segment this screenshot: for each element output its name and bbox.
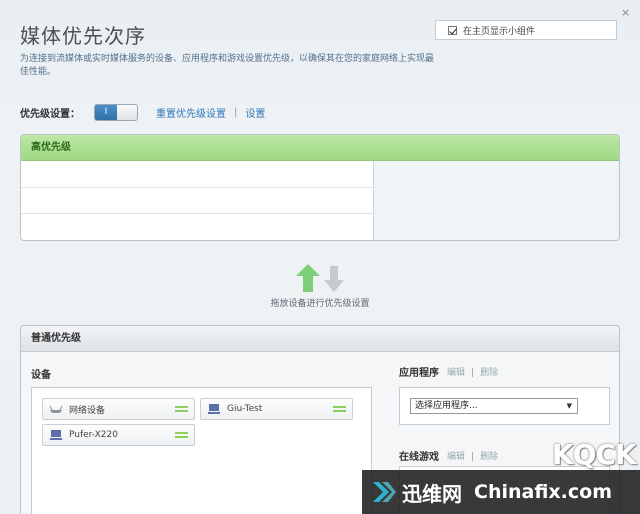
show-widget-label: 在主页显示小组件 <box>463 26 536 37</box>
apps-actions: 编辑 | 删除 <box>447 365 498 378</box>
link-separator: | <box>471 368 475 378</box>
close-icon[interactable]: × <box>621 6 630 19</box>
page-description: 为连接到流媒体或实时媒体服务的设备、应用程序和游戏设置优先级，以确保其在您的家庭… <box>20 54 435 77</box>
toggle-off-segment[interactable] <box>117 104 137 120</box>
device-name: Pufer-X220 <box>69 430 118 440</box>
watermark-brand-en: Chinafix.com <box>474 481 613 503</box>
link-separator: | <box>234 106 238 118</box>
priority-toggle[interactable]: I <box>94 103 138 121</box>
drop-slot[interactable] <box>21 161 373 188</box>
drag-hint-text: 拖放设备进行优先级设置 <box>270 299 370 309</box>
games-delete-link[interactable]: 删除 <box>480 452 498 462</box>
drop-slot[interactable] <box>21 188 373 215</box>
show-widget-option[interactable]: 在主页显示小组件 <box>435 20 617 40</box>
drop-slot[interactable] <box>21 214 373 240</box>
games-actions: 编辑 | 删除 <box>447 449 498 462</box>
games-label: 在线游戏 <box>399 452 439 463</box>
high-priority-drop-list[interactable] <box>21 161 374 240</box>
page-title: 媒体优先次序 <box>20 24 146 48</box>
high-priority-detail-area <box>374 161 619 240</box>
apps-edit-link[interactable]: 编辑 <box>447 368 465 378</box>
priority-setting-row: 优先级设置： I 重置优先级设置 | 设置 <box>20 102 265 122</box>
drag-handle-icon[interactable] <box>175 432 188 438</box>
apps-label: 应用程序 <box>399 368 439 379</box>
devices-label: 设备 <box>31 370 51 381</box>
device-name: 网络设备 <box>69 405 106 416</box>
settings-link[interactable]: 设置 <box>245 105 265 120</box>
corner-watermark: KQCK <box>552 438 637 471</box>
high-priority-header: 高优先级 <box>21 135 619 161</box>
computer-icon <box>50 430 62 440</box>
chinafix-logo-icon <box>373 482 396 502</box>
normal-priority-header: 普通优先级 <box>21 326 619 352</box>
select-app-value: 选择应用程序... <box>415 401 478 411</box>
arrow-down-icon <box>324 266 344 292</box>
arrow-up-icon <box>296 264 320 292</box>
reset-priority-link[interactable]: 重置优先级设置 <box>156 105 226 120</box>
drag-handle-icon[interactable] <box>333 406 346 412</box>
priority-setting-label: 优先级设置： <box>20 108 80 120</box>
apps-delete-link[interactable]: 删除 <box>480 368 498 378</box>
device-item[interactable]: Giu-Test <box>200 398 353 420</box>
devices-list[interactable]: 网络设备 Giu-Test Pufer-X220 <box>31 387 372 514</box>
router-icon <box>49 405 63 413</box>
device-item[interactable]: Pufer-X220 <box>42 424 195 446</box>
select-app-dropdown[interactable]: 选择应用程序... ▼ <box>410 398 578 414</box>
games-edit-link[interactable]: 编辑 <box>447 452 465 462</box>
watermark-brand-cn: 迅维网 <box>402 481 462 506</box>
show-widget-checkbox[interactable] <box>448 25 457 35</box>
priority-arrows-icon <box>296 264 344 292</box>
device-item[interactable]: 网络设备 <box>42 398 195 420</box>
device-name: Giu-Test <box>227 404 263 414</box>
apps-list: 选择应用程序... ▼ <box>399 387 610 425</box>
toggle-on-segment[interactable]: I <box>95 104 117 120</box>
chevron-down-icon[interactable]: ▼ <box>567 399 572 413</box>
high-priority-panel: 高优先级 <box>20 134 620 241</box>
drag-handle-icon[interactable] <box>175 406 188 412</box>
link-separator: | <box>471 452 475 462</box>
site-watermark: 迅维网 Chinafix.com <box>362 470 640 514</box>
computer-icon <box>208 404 220 414</box>
